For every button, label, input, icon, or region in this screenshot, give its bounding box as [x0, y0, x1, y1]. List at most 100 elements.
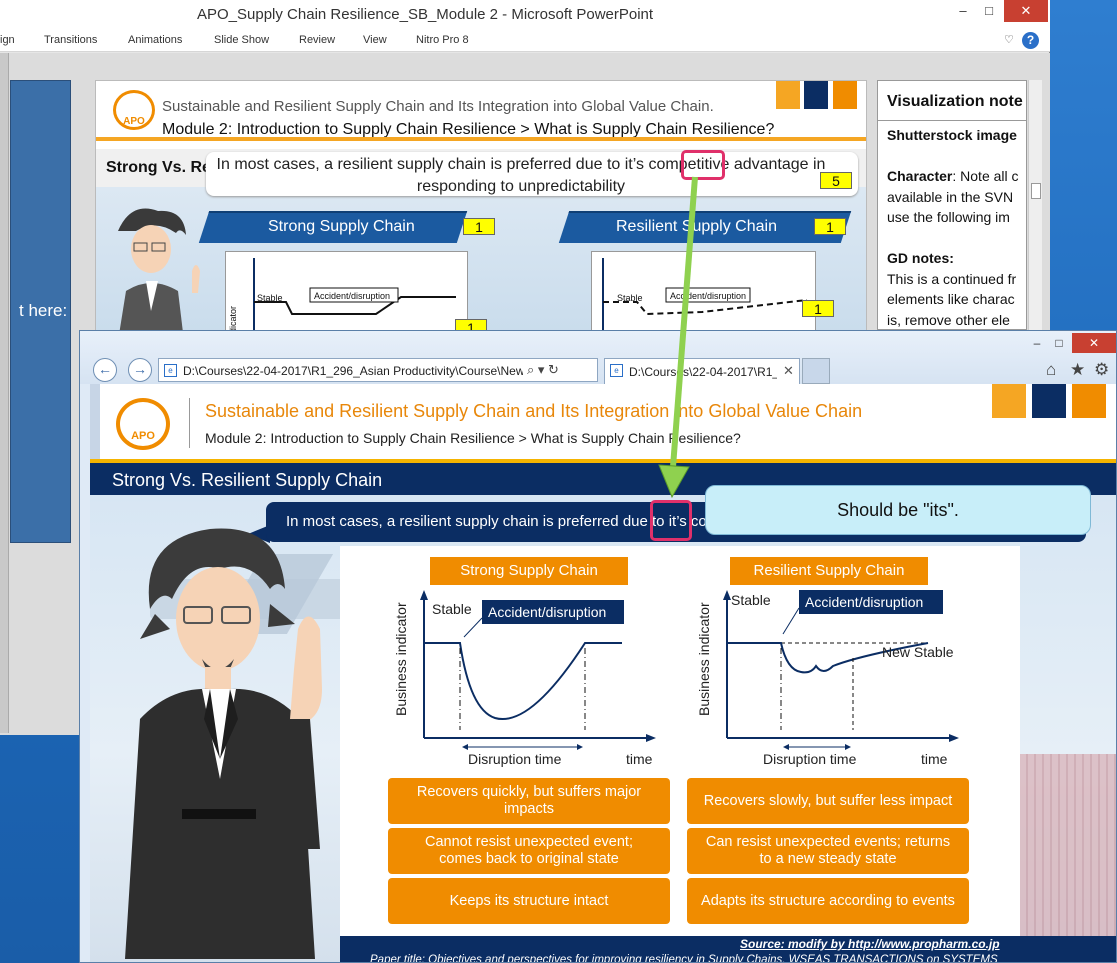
course-title: Sustainable and Resilient Supply Chain a… — [205, 401, 863, 421]
tab-design[interactable]: ign — [0, 34, 15, 46]
tab-review[interactable]: Review — [299, 34, 335, 46]
new-stable-label: New Stable — [882, 644, 954, 660]
decor-square-navy — [804, 81, 828, 109]
notes-line: elements like charac — [887, 291, 1015, 307]
notes-divider — [878, 120, 1026, 121]
callout-text: In most cases, a resilient supply chain … — [216, 156, 826, 195]
forward-arrow-icon[interactable]: → — [128, 358, 152, 382]
slides-pane-edge[interactable] — [0, 53, 9, 733]
apo-logo: APO — [116, 398, 170, 450]
svg-text:Stable: Stable — [617, 293, 643, 303]
notes-heading: Visualization note — [887, 93, 1023, 110]
minimize-button[interactable]: – — [1026, 333, 1048, 353]
ribbon-collapse-icon[interactable]: ♡ — [1004, 33, 1014, 46]
maximize-button[interactable]: □ — [1048, 333, 1070, 353]
source-link[interactable]: Source: modify by http://www.propharm.co… — [740, 937, 1000, 951]
resilient-time-label: time — [921, 751, 948, 767]
help-icon[interactable]: ? — [1022, 32, 1039, 49]
maximize-button[interactable]: □ — [976, 0, 1002, 22]
resilient-disruption-time-label: Disruption time — [763, 751, 857, 767]
favorites-star-icon[interactable]: ★ — [1070, 360, 1085, 380]
resilient-chart: Stable Accident/disruption New Stable Bu… — [696, 590, 959, 767]
character-face — [176, 567, 260, 671]
tab-page-icon: e — [610, 364, 623, 377]
strong-accident-pointer — [463, 617, 483, 638]
apo-logo: APO — [113, 90, 155, 130]
strong-point-2: Cannot resist unexpected event; comes ba… — [388, 828, 670, 874]
resilient-accident-label: Accident/disruption — [805, 594, 923, 610]
notes-line: use the following im — [887, 209, 1010, 225]
notes-scrollbar[interactable] — [1028, 80, 1042, 330]
paper-citation: Paper title: Objectives and perspectives… — [370, 954, 998, 963]
powerpoint-titlebar: APO_Supply Chain Resilience_SB_Module 2 … — [0, 0, 1050, 30]
resilient-header: Resilient Supply Chain — [730, 557, 928, 585]
strong-point-3: Keeps its structure intact — [388, 878, 670, 924]
decor-square-orange — [992, 384, 1026, 418]
back-arrow-icon[interactable]: ← — [93, 358, 117, 382]
decor-square-orange-2 — [1072, 384, 1106, 418]
placeholder-text: t here: — [19, 301, 68, 320]
resilient-y-axis-label: Business indicator — [696, 602, 712, 716]
resilient-point-3: Adapts its structure according to events — [687, 878, 969, 924]
resilient-y-axis-arrow — [723, 590, 731, 600]
animation-badge: 1 — [802, 300, 834, 317]
new-tab-button[interactable] — [802, 358, 830, 384]
shipping-containers-background — [1020, 754, 1116, 962]
close-button[interactable]: ✕ — [1004, 0, 1048, 22]
tab-nitro-pro[interactable]: Nitro Pro 8 — [416, 34, 469, 46]
header-line — [96, 137, 866, 141]
resilient-x-axis-arrow — [949, 734, 959, 742]
notes-line: is, remove other ele — [887, 312, 1010, 328]
strong-y-axis-arrow — [420, 590, 428, 600]
svg-text:Accident/disruption: Accident/disruption — [314, 291, 390, 301]
speech-bubble-text: In most cases, a resilient supply chain … — [286, 513, 706, 530]
annotation-arrow — [658, 176, 698, 499]
settings-gear-icon[interactable]: ⚙ — [1094, 360, 1109, 380]
tab-close-icon[interactable]: ✕ — [783, 363, 794, 379]
address-text[interactable]: D:\Courses\22-04-2017\R1_296_Asian Produ… — [183, 364, 523, 378]
decor-square-orange-2 — [833, 81, 857, 109]
strong-accident-label: Accident/disruption — [488, 604, 606, 620]
strong-y-axis-label: Business indicator — [393, 602, 409, 716]
character-figure-small — [118, 208, 200, 334]
address-bar[interactable]: e D:\Courses\22-04-2017\R1_296_Asian Pro… — [158, 358, 598, 382]
tab-slide-show[interactable]: Slide Show — [214, 34, 269, 46]
review-comment[interactable]: Should be "its". — [705, 485, 1091, 535]
annotation-arrow-head — [658, 464, 690, 499]
decor-square-orange — [776, 81, 800, 109]
browser-chrome: – □ ✕ ← → e D:\Courses\22-04-2017\R1_296… — [80, 331, 1116, 384]
resilient-duration-arrow-right — [845, 744, 851, 750]
strong-duration-arrow-right — [577, 744, 583, 750]
animation-badge: 1 — [463, 218, 495, 235]
tab-animations[interactable]: Animations — [128, 34, 182, 46]
browser-window: – □ ✕ ← → e D:\Courses\22-04-2017\R1_296… — [79, 330, 1117, 963]
notes-pane[interactable]: Visualization note Shutterstock image Ch… — [877, 80, 1027, 330]
close-button[interactable]: ✕ — [1072, 333, 1116, 353]
strong-chart-thumb: Stable Accident/disruption indicator — [225, 251, 468, 334]
resilient-duration-arrow-left — [783, 744, 789, 750]
character-figure — [125, 528, 322, 959]
decor-square-navy — [1032, 384, 1066, 418]
character-raised-arm — [285, 719, 320, 849]
character-neck — [205, 667, 231, 691]
minimize-button[interactable]: – — [950, 0, 976, 22]
scroll-thumb[interactable] — [1031, 183, 1041, 199]
ppt-slide[interactable]: APO Sustainable and Resilient Supply Cha… — [95, 80, 867, 335]
strong-stable-label: Stable — [432, 601, 472, 617]
tab-view[interactable]: View — [363, 34, 387, 46]
character-raised-hand — [290, 616, 322, 724]
section-title: Strong Vs. Re — [106, 159, 211, 176]
resilient-accident-pointer — [782, 607, 800, 635]
strong-point-1: Recovers quickly, but suffers major impa… — [388, 778, 670, 824]
tab-transitions[interactable]: Transitions — [44, 34, 97, 46]
home-icon[interactable]: ⌂ — [1046, 360, 1056, 380]
resilient-stable-label: Stable — [731, 592, 771, 608]
notes-line: This is a continued fr — [887, 271, 1017, 287]
notes-line: Character: Note all c — [887, 168, 1019, 184]
browser-slide: APO Sustainable and Resilient Supply Cha… — [90, 384, 1116, 963]
ppt-slide-title: Sustainable and Resilient Supply Chain a… — [162, 98, 714, 115]
address-tools-icons[interactable]: ⌕ ▾ ↻ — [527, 362, 559, 378]
animation-badge: 5 — [820, 172, 852, 189]
placeholder-panel[interactable]: t here: — [10, 80, 71, 543]
annotation-arrow-shaft — [670, 176, 698, 468]
